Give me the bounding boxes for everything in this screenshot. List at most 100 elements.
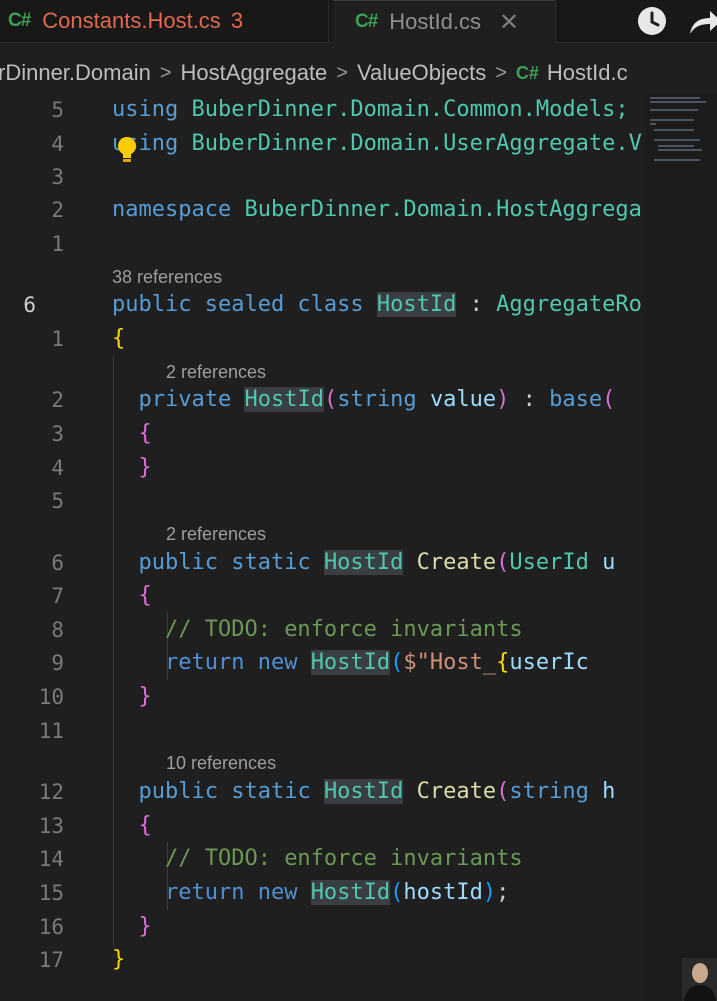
namespace-ref: BuberDinner.Domain.Common.Models; [191, 97, 629, 122]
line-number: 11 [38, 719, 64, 743]
bracket: ( [390, 880, 404, 905]
keyword: string [337, 387, 417, 412]
code-lens-references[interactable]: 2 references [166, 523, 266, 545]
breadcrumb-item[interactable]: HostId.c [547, 60, 628, 86]
code-line: public sealed class HostId : AggregateRo [112, 288, 646, 322]
code-line: using BuberDinner.Domain.UserAggregate.V [112, 127, 646, 161]
keyword: public sealed class [112, 292, 364, 317]
history-icon[interactable] [636, 5, 668, 37]
string-literal: $"Host_ [403, 650, 497, 675]
code-line: public static HostId Create(string h [112, 775, 646, 809]
csharp-icon: C# [515, 62, 539, 83]
close-icon[interactable]: ✕ [499, 8, 519, 37]
line-number: 14 [38, 847, 64, 871]
code-line: public static HostId Create(UserId u [112, 546, 646, 580]
breadcrumb-item[interactable]: ValueObjects [357, 60, 486, 86]
presenter-avatar-icon [682, 958, 717, 1001]
bracket: } [138, 684, 152, 709]
bracket: { [138, 583, 152, 608]
line-number: 2 [51, 198, 64, 222]
code-line: // TODO: enforce invariants [112, 613, 646, 647]
breadcrumb-item[interactable]: rDinner.Domain [0, 60, 151, 86]
tab-label: Constants.Host.cs [42, 8, 221, 33]
type-ref: HostId [323, 779, 404, 804]
line-number: 1 [51, 232, 64, 256]
minimap[interactable] [646, 93, 717, 1001]
variable: hostId [403, 880, 483, 905]
parameter: value [429, 387, 497, 412]
type-ref: AggregateRo [496, 292, 642, 317]
keyword: base [549, 387, 603, 412]
code-lens-references[interactable]: 10 references [166, 752, 276, 774]
bracket: ( [496, 779, 510, 804]
chevron-right-icon: > [159, 61, 172, 84]
code-line: return new HostId(hostId); [112, 876, 646, 910]
code-lens-references[interactable]: 38 references [112, 266, 222, 288]
line-number: 9 [51, 651, 64, 675]
code-line: { [112, 322, 646, 356]
line-number: 8 [51, 618, 64, 642]
parameter: u [602, 550, 616, 575]
code-line: } [112, 910, 646, 944]
code-lens-references[interactable]: 2 references [166, 361, 266, 383]
operator: : [522, 387, 536, 412]
code-line: { [112, 579, 646, 613]
keyword: return new [164, 650, 298, 675]
line-number: 3 [51, 165, 64, 189]
problems-count-badge: 3 [230, 8, 244, 33]
minimap-line [658, 149, 702, 151]
code-line: { [112, 417, 646, 451]
line-number: 15 [38, 881, 64, 905]
tab-bar: C# Constants.Host.cs 3 C# HostId.cs ✕ [0, 0, 717, 43]
minimap-line [658, 145, 694, 147]
line-number: 1 [51, 327, 64, 351]
line-number: 10 [38, 685, 64, 709]
minimap-line [650, 123, 656, 125]
keyword: return new [164, 880, 298, 905]
class-name: HostId [376, 292, 457, 317]
bracket: ) [482, 880, 497, 905]
code-line: using BuberDinner.Domain.Common.Models; [112, 93, 646, 127]
bracket: } [138, 455, 152, 480]
avatar [682, 958, 717, 1001]
tab-constants-host[interactable]: C# Constants.Host.cs 3 [0, 0, 329, 42]
forward-icon[interactable] [688, 8, 717, 36]
bracket: ) [496, 387, 510, 412]
tab-label: HostId.cs [389, 9, 481, 34]
bracket: ( [323, 387, 338, 412]
variable: userIc [509, 650, 589, 675]
code-line: private HostId(string value) : base( [112, 383, 646, 417]
bracket: } [138, 914, 152, 939]
code-line: } [112, 680, 646, 714]
line-number: 17 [38, 948, 64, 972]
line-number: 4 [51, 132, 64, 156]
operator: : [469, 292, 483, 317]
bracket: ( [390, 650, 404, 675]
keyword: public static [138, 550, 311, 575]
current-line-number: 6 [23, 293, 36, 317]
line-number: 3 [51, 422, 64, 446]
line-number: 5 [51, 98, 64, 122]
comment: // TODO: enforce invariants [164, 846, 523, 871]
bracket: { [138, 813, 152, 838]
keyword: namespace [112, 197, 232, 222]
minimap-line [650, 119, 694, 121]
minimap-line [654, 139, 700, 141]
breadcrumb-item[interactable]: HostAggregate [181, 60, 328, 86]
line-number: 6 [51, 551, 64, 575]
ctor-name: HostId [244, 387, 324, 412]
minimap-line [654, 159, 700, 161]
parameter: h [602, 779, 616, 804]
line-number: 2 [51, 388, 64, 412]
lightbulb-icon[interactable] [116, 136, 138, 166]
line-number: 16 [38, 915, 64, 939]
comment: // TODO: enforce invariants [164, 617, 523, 642]
chevron-right-icon: > [495, 61, 507, 84]
line-number: 13 [38, 814, 64, 838]
tab-hostid[interactable]: C# HostId.cs ✕ [333, 0, 556, 43]
chevron-right-icon: > [336, 61, 348, 84]
minimap-line [650, 97, 700, 99]
code-line: namespace BuberDinner.Domain.HostAggrega [112, 193, 646, 227]
namespace-name: BuberDinner.Domain.HostAggrega [244, 197, 642, 222]
line-number: 12 [38, 780, 64, 804]
